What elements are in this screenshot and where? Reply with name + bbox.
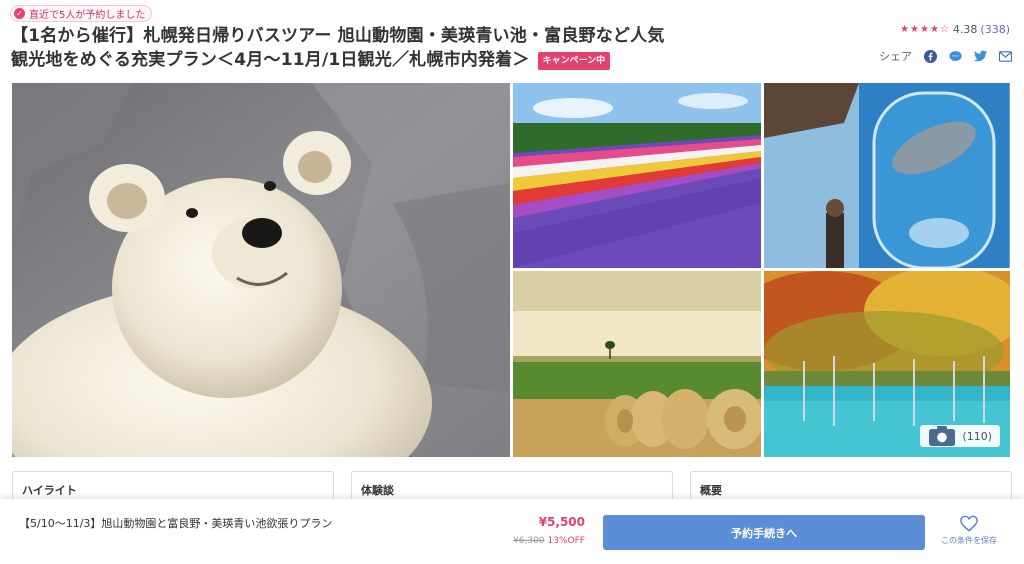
book-button[interactable]: 予約手続きへ bbox=[603, 515, 925, 550]
share-label: シェア bbox=[879, 50, 912, 63]
rating-value: 4.38 bbox=[952, 23, 978, 36]
recent-bookings-badge: ✓ 直近で5人が予約しました bbox=[10, 5, 153, 22]
twitter-icon[interactable] bbox=[974, 50, 987, 63]
highlight-heading: ハイライト bbox=[22, 484, 77, 497]
seal-aquarium-photo[interactable] bbox=[764, 83, 1010, 268]
original-price: ¥6,300 13%OFF bbox=[513, 536, 585, 546]
review-count-link[interactable]: (338) bbox=[980, 23, 1010, 36]
photo-count-button[interactable]: (110) bbox=[920, 425, 1000, 447]
blue-pond-autumn-photo[interactable]: (110) bbox=[764, 271, 1010, 457]
polar-bear-photo[interactable] bbox=[12, 83, 510, 457]
save-label: この条件を保存 bbox=[941, 536, 997, 545]
facebook-icon[interactable] bbox=[924, 49, 937, 63]
mail-icon[interactable] bbox=[999, 50, 1012, 63]
overview-heading: 概要 bbox=[700, 484, 722, 497]
rating[interactable]: ★★★★☆ 4.38 (338) bbox=[900, 23, 1010, 36]
page-title: 【1名から催行】札幌発日帰りバスツアー 旭山動物園・美瑛青い池・富良野など人気観… bbox=[11, 24, 671, 72]
photo-count: (110) bbox=[962, 429, 992, 443]
campaign-badge: キャンペーン中 bbox=[537, 52, 611, 70]
hay-bale-field-photo[interactable] bbox=[513, 271, 761, 457]
tour-detail-page: ✓ 直近で5人が予約しました 【1名から催行】札幌発日帰りバスツアー 旭山動物園… bbox=[0, 0, 1024, 564]
original-price-value: ¥6,300 bbox=[513, 536, 545, 546]
heart-icon bbox=[960, 515, 978, 532]
plan-name: 【5/10～11/3】旭山動物園と富良野・美瑛青い池欲張りプラン bbox=[19, 517, 333, 530]
svg-text:•••: ••• bbox=[952, 53, 959, 58]
price: ¥5,500 bbox=[538, 515, 585, 529]
line-icon[interactable]: ••• bbox=[949, 50, 962, 63]
share-bar: シェア ••• bbox=[879, 48, 1012, 64]
recent-bookings-text: 直近で5人が予約しました bbox=[29, 10, 146, 21]
star-rating-icon: ★★★★☆ bbox=[900, 24, 950, 35]
save-condition-button[interactable]: この条件を保存 bbox=[934, 515, 1004, 546]
booking-bar: 【5/10～11/3】旭山動物園と富良野・美瑛青い池欲張りプラン ¥5,500 … bbox=[0, 499, 1024, 564]
photo-gallery[interactable]: (110) bbox=[12, 83, 1010, 457]
camera-icon bbox=[929, 426, 956, 446]
experience-heading: 体験談 bbox=[361, 484, 394, 497]
lavender-field-photo[interactable] bbox=[513, 83, 761, 268]
discount-badge: 13%OFF bbox=[547, 536, 585, 546]
check-icon: ✓ bbox=[14, 8, 25, 19]
